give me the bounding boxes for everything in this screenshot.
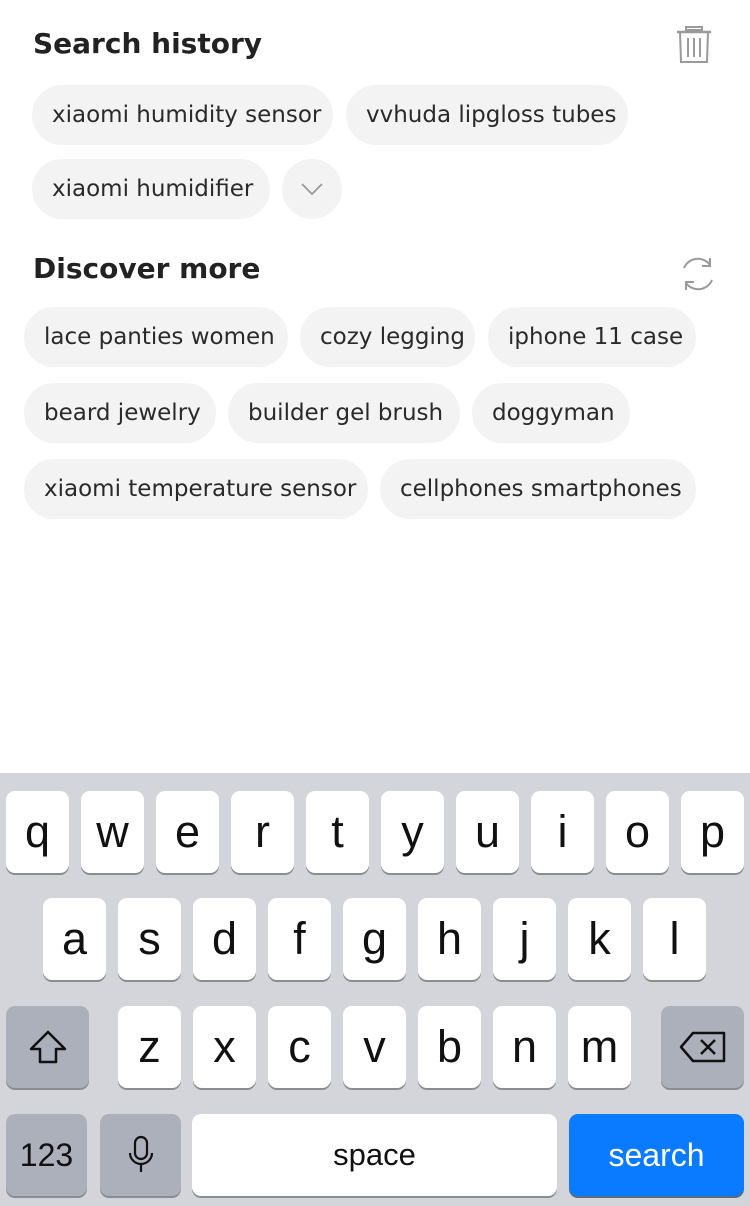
microphone-key[interactable] xyxy=(100,1114,181,1196)
key-label: a xyxy=(61,913,88,964)
key-label: i xyxy=(557,806,568,857)
chevron-down-icon xyxy=(301,183,323,195)
key-label: n xyxy=(511,1021,538,1072)
key-label: d xyxy=(211,913,238,964)
key-label: h xyxy=(436,913,463,964)
trash-icon xyxy=(677,26,711,63)
discover-more-title: Discover more xyxy=(33,252,261,285)
key-u[interactable]: u xyxy=(456,791,519,873)
key-label: l xyxy=(669,913,680,964)
key-h[interactable]: h xyxy=(418,898,481,980)
key-o[interactable]: o xyxy=(606,791,669,873)
key-label: b xyxy=(436,1021,463,1072)
key-a[interactable]: a xyxy=(43,898,106,980)
history-chip[interactable]: xiaomi humidifier xyxy=(32,159,270,219)
key-label: s xyxy=(138,913,161,964)
discover-chip[interactable]: iphone 11 case xyxy=(488,307,696,367)
history-chip[interactable]: xiaomi humidity sensor xyxy=(32,85,333,145)
key-q[interactable]: q xyxy=(6,791,69,873)
key-label: w xyxy=(96,806,129,857)
key-p[interactable]: p xyxy=(681,791,744,873)
key-k[interactable]: k xyxy=(568,898,631,980)
key-n[interactable]: n xyxy=(493,1006,556,1088)
expand-history-button[interactable] xyxy=(282,159,342,219)
key-label: k xyxy=(588,913,611,964)
discover-chip[interactable]: beard jewelry xyxy=(24,383,216,443)
key-label: p xyxy=(699,806,726,857)
onscreen-keyboard: q w e r t y u i o p a s d f g h j k l z … xyxy=(0,773,750,1206)
discover-chip[interactable]: builder gel brush xyxy=(228,383,460,443)
key-j[interactable]: j xyxy=(493,898,556,980)
space-key[interactable]: space xyxy=(192,1114,557,1196)
key-g[interactable]: g xyxy=(343,898,406,980)
key-e[interactable]: e xyxy=(156,791,219,873)
key-label: q xyxy=(24,806,51,857)
refresh-icon xyxy=(683,257,713,291)
key-m[interactable]: m xyxy=(568,1006,631,1088)
key-label: z xyxy=(138,1021,161,1072)
discover-chip[interactable]: cellphones smartphones xyxy=(380,459,696,519)
key-b[interactable]: b xyxy=(418,1006,481,1088)
key-label: f xyxy=(293,913,306,964)
key-v[interactable]: v xyxy=(343,1006,406,1088)
key-w[interactable]: w xyxy=(81,791,144,873)
key-label: c xyxy=(288,1021,311,1072)
key-label: v xyxy=(363,1021,386,1072)
key-label: j xyxy=(519,913,530,964)
microphone-icon xyxy=(128,1135,153,1172)
key-label: r xyxy=(255,806,270,857)
key-c[interactable]: c xyxy=(268,1006,331,1088)
refresh-discover-button[interactable] xyxy=(676,252,720,296)
key-y[interactable]: y xyxy=(381,791,444,873)
key-z[interactable]: z xyxy=(118,1006,181,1088)
space-key-label: space xyxy=(333,1137,416,1172)
key-label: x xyxy=(213,1021,236,1072)
numbers-key[interactable]: 123 xyxy=(6,1114,87,1196)
key-r[interactable]: r xyxy=(231,791,294,873)
history-chip[interactable]: vvhuda lipgloss tubes xyxy=(346,85,628,145)
key-x[interactable]: x xyxy=(193,1006,256,1088)
key-label: o xyxy=(624,806,651,857)
key-i[interactable]: i xyxy=(531,791,594,873)
backspace-key[interactable] xyxy=(661,1006,744,1088)
shift-icon xyxy=(29,1030,66,1064)
key-label: y xyxy=(401,806,424,857)
numbers-key-label: 123 xyxy=(19,1136,74,1173)
search-history-title: Search history xyxy=(33,27,263,60)
key-f[interactable]: f xyxy=(268,898,331,980)
shift-key[interactable] xyxy=(6,1006,89,1088)
backspace-icon xyxy=(679,1031,725,1063)
key-s[interactable]: s xyxy=(118,898,181,980)
search-key[interactable]: search xyxy=(569,1114,744,1196)
discover-chip[interactable]: xiaomi temperature sensor xyxy=(24,459,368,519)
key-label: m xyxy=(580,1021,619,1072)
key-label: t xyxy=(331,806,344,857)
discover-chip[interactable]: lace panties women xyxy=(24,307,288,367)
key-label: u xyxy=(474,806,501,857)
clear-history-button[interactable] xyxy=(672,22,716,68)
search-key-label: search xyxy=(608,1136,705,1173)
key-label: e xyxy=(174,806,201,857)
discover-chip[interactable]: cozy legging xyxy=(300,307,475,367)
key-t[interactable]: t xyxy=(306,791,369,873)
key-label: g xyxy=(361,913,388,964)
discover-chip[interactable]: doggyman xyxy=(472,383,630,443)
key-l[interactable]: l xyxy=(643,898,706,980)
key-d[interactable]: d xyxy=(193,898,256,980)
